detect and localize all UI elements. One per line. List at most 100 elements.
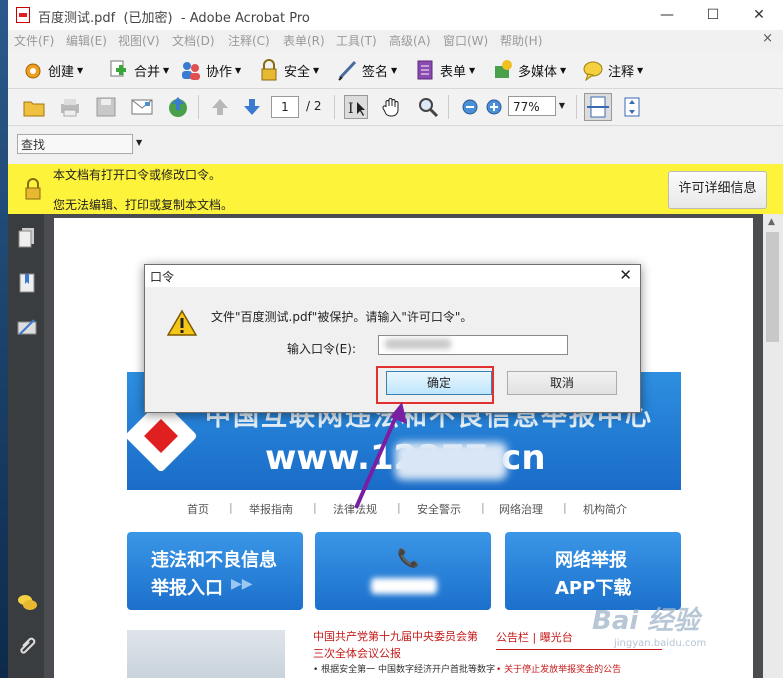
dialog-title-bar[interactable]: 口令 ✕ xyxy=(145,265,640,287)
menu-view[interactable]: 视图(V) xyxy=(118,32,160,49)
title-bar[interactable]: 百度测试.pdf (已加密) - Adobe Acrobat Pro — ☐ ✕ xyxy=(8,0,783,30)
nav-home: 首页 xyxy=(187,503,209,516)
zoom-level-field[interactable]: 77% xyxy=(508,96,556,116)
phone-icon: 📞 xyxy=(397,548,420,569)
toolbar-divider xyxy=(334,95,335,119)
nav-separator: | xyxy=(563,501,567,514)
open-folder-icon[interactable] xyxy=(22,95,46,119)
forms-button[interactable]: 表单 ▼ xyxy=(414,58,475,82)
zoom-dropdown-icon[interactable]: ▼ xyxy=(556,96,568,116)
warning-icon xyxy=(166,309,198,337)
zoom-marquee-icon[interactable] xyxy=(416,95,440,119)
vertical-scrollbar[interactable]: ▲ xyxy=(763,214,783,678)
email-icon[interactable] xyxy=(130,95,154,119)
sign-button[interactable]: 签名 ▼ xyxy=(336,58,397,82)
app-download-tile: 网络举报 APP下载 xyxy=(505,532,681,610)
comment-bubble-icon xyxy=(582,59,604,82)
cancel-button[interactable]: 取消 xyxy=(507,371,617,395)
hotline-tile: 📞 xyxy=(315,532,491,610)
baidu-jingyan-watermark: Bai 经验 xyxy=(592,606,700,636)
menu-help[interactable]: 帮助(H) xyxy=(500,32,542,49)
zoom-in-icon[interactable] xyxy=(482,95,506,119)
navigation-panel xyxy=(8,214,44,678)
news-image xyxy=(127,630,285,678)
select-text-cursor-icon[interactable]: I xyxy=(344,95,368,119)
document-close-icon[interactable]: × xyxy=(762,31,773,46)
hand-tool-icon[interactable] xyxy=(380,95,404,119)
info-lock-icon xyxy=(22,178,44,200)
pdf-file-icon xyxy=(16,7,30,23)
zoom-out-icon[interactable] xyxy=(458,95,482,119)
menu-window[interactable]: 窗口(W) xyxy=(443,32,488,49)
nav-separator: | xyxy=(229,501,233,514)
menu-bar: 文件(F) 编辑(E) 视图(V) 文档(D) 注释(C) 表单(R) 工具(T… xyxy=(8,30,783,50)
multimedia-icon xyxy=(492,59,514,81)
security-info-bar: 本文档有打开口令或修改口令。 您无法编辑、打印或复制本文档。 许可详细信息 xyxy=(8,164,783,214)
menu-forms[interactable]: 表单(R) xyxy=(283,32,325,49)
comment-button[interactable]: 注释 ▼ xyxy=(582,58,643,82)
toolbar-divider xyxy=(198,95,199,119)
menu-document[interactable]: 文档(D) xyxy=(172,32,215,49)
collaborate-button[interactable]: 协作 ▼ xyxy=(180,58,241,82)
maximize-button[interactable]: ☐ xyxy=(690,0,736,30)
create-button[interactable]: 创建 ▼ xyxy=(22,58,83,82)
fit-width-icon[interactable] xyxy=(584,93,612,121)
page-total: / 2 xyxy=(306,99,322,113)
watermark-url: jingyan.baidu.com xyxy=(614,638,707,649)
scroll-thumb[interactable] xyxy=(766,232,779,342)
multimedia-button[interactable]: 多媒体 ▼ xyxy=(492,58,566,82)
redaction-blur xyxy=(385,339,451,349)
ok-button[interactable]: 确定 xyxy=(386,371,492,395)
bookmarks-panel-icon[interactable] xyxy=(16,272,38,294)
scroll-up-icon[interactable]: ▲ xyxy=(768,217,775,227)
nav-separator: | xyxy=(313,501,317,514)
menu-file[interactable]: 文件(F) xyxy=(14,32,54,49)
password-input[interactable] xyxy=(378,335,568,355)
desktop-edge xyxy=(0,0,8,678)
fit-page-icon[interactable] xyxy=(620,95,644,119)
redaction-blur xyxy=(395,442,507,480)
double-arrow-icon: ▶▶ xyxy=(231,576,253,592)
nav-safety: 安全警示 xyxy=(417,503,461,516)
pen-icon xyxy=(336,59,358,81)
attachments-paperclip-icon[interactable] xyxy=(16,634,38,656)
news-headline: 中国共产党第十九届中央委员会第 三次全体会议公报 • 根据安全第一 中国数字经济… xyxy=(313,630,496,675)
secure-button[interactable]: 安全 ▼ xyxy=(258,58,319,82)
dialog-close-icon[interactable]: ✕ xyxy=(619,266,632,284)
navigation-toolbar: 1 / 2 I 77% ▼ xyxy=(8,89,783,126)
upload-globe-icon[interactable] xyxy=(166,95,190,119)
menu-comments[interactable]: 注释(C) xyxy=(228,32,270,49)
comments-panel-icon[interactable] xyxy=(16,592,38,614)
close-window-button[interactable]: ✕ xyxy=(736,0,782,30)
save-disk-icon[interactable] xyxy=(94,95,118,119)
signatures-panel-icon[interactable] xyxy=(16,316,38,338)
find-dropdown-icon[interactable]: ▼ xyxy=(136,138,142,147)
find-input[interactable]: 查找 xyxy=(17,134,133,154)
password-label: 输入口令(E): xyxy=(287,342,356,356)
print-icon[interactable] xyxy=(58,95,82,119)
dialog-title: 口令 xyxy=(150,270,175,284)
page-number-input[interactable]: 1 xyxy=(271,96,299,118)
toolbar-divider xyxy=(576,95,577,119)
menu-tools[interactable]: 工具(T) xyxy=(336,32,377,49)
nav-separator: | xyxy=(481,501,485,514)
pages-panel-icon[interactable] xyxy=(16,226,38,248)
nav-separator: | xyxy=(397,501,401,514)
nav-laws: 法律法规 xyxy=(333,503,377,516)
password-dialog: 口令 ✕ 文件"百度测试.pdf"被保护。请输入"许可口令"。 输入口令(E):… xyxy=(144,264,641,413)
next-page-icon[interactable] xyxy=(240,95,264,119)
notice-item: • 关于停止发放举报奖金的公告 xyxy=(496,665,622,675)
lock-icon xyxy=(258,59,280,81)
menu-advanced[interactable]: 高级(A) xyxy=(389,32,431,49)
permission-details-button[interactable]: 许可详细信息 xyxy=(668,171,767,209)
combine-icon xyxy=(108,59,130,81)
minimize-button[interactable]: — xyxy=(644,0,690,30)
combine-button[interactable]: 合并 ▼ xyxy=(108,58,169,82)
previous-page-icon[interactable] xyxy=(208,95,232,119)
menu-edit[interactable]: 编辑(E) xyxy=(66,32,107,49)
info-message-line1: 本文档有打开口令或修改口令。 xyxy=(53,168,222,182)
create-gear-icon xyxy=(22,59,44,81)
form-icon xyxy=(414,59,436,81)
window-title: 百度测试.pdf (已加密) - Adobe Acrobat Pro xyxy=(38,11,310,26)
redaction-blur xyxy=(371,578,437,594)
